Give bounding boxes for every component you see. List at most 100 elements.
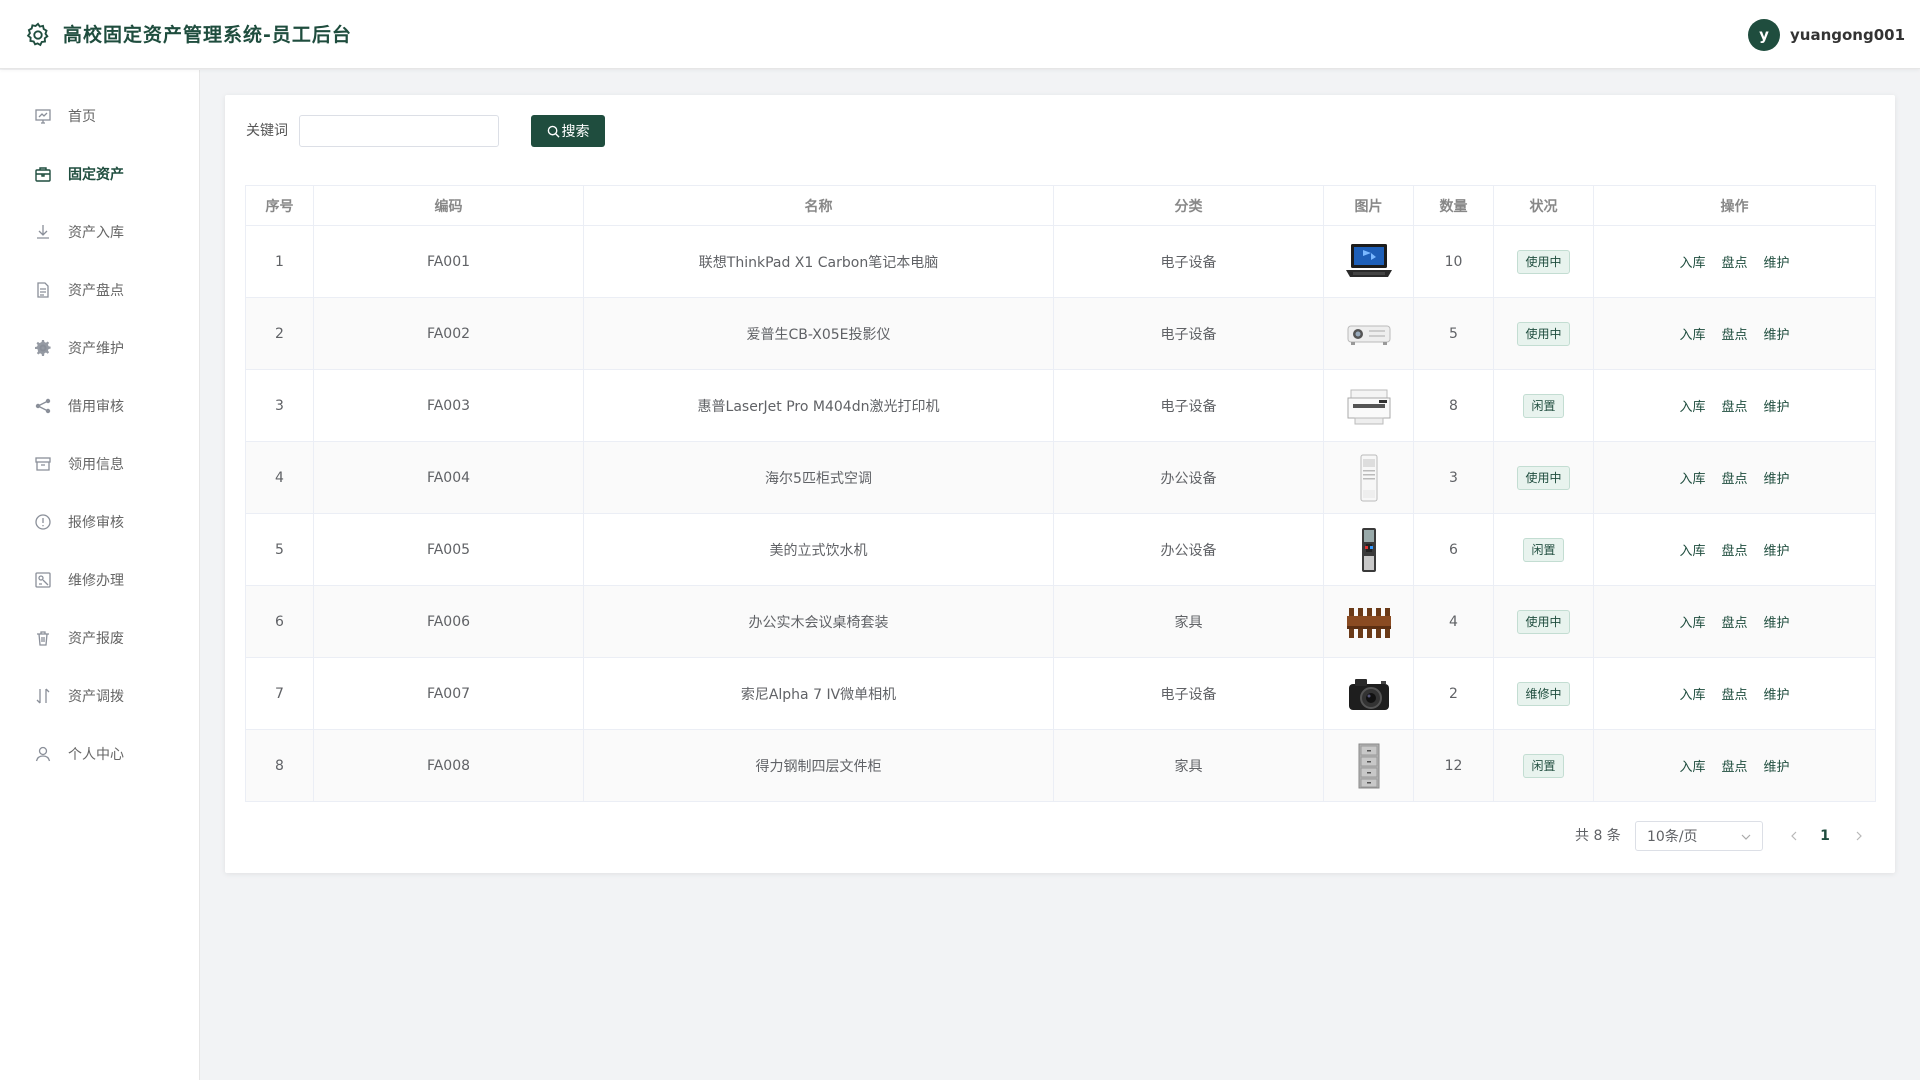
conference-table-thumbnail[interactable] (1343, 596, 1395, 648)
cell-actions: 入库 盘点 维护 (1593, 369, 1876, 442)
status-badge: 闲置 (1523, 393, 1564, 418)
cell-name: 索尼Alpha 7 IV微单相机 (583, 657, 1054, 730)
maintain-action-link[interactable]: 维护 (1764, 612, 1790, 631)
status-badge: 维修中 (1517, 681, 1570, 706)
sidebar-item-asset-scrap[interactable]: 资产报废 (0, 609, 199, 667)
sidebar-item-asset-inbound[interactable]: 资产入库 (0, 203, 199, 261)
camera-thumbnail[interactable] (1343, 668, 1395, 720)
maintain-action-link[interactable]: 维护 (1764, 540, 1790, 559)
cell-index: 8 (245, 729, 314, 802)
cell-image (1323, 369, 1414, 442)
cell-status: 使用中 (1493, 225, 1594, 298)
inbound-action-link[interactable]: 入库 (1679, 468, 1705, 487)
cell-category: 办公设备 (1053, 513, 1324, 586)
inbound-action-link[interactable]: 入库 (1679, 396, 1705, 415)
cell-name: 惠普LaserJet Pro M404dn激光打印机 (583, 369, 1054, 442)
sidebar-item-label: 首页 (68, 109, 96, 125)
maintain-action-link[interactable]: 维护 (1764, 468, 1790, 487)
table-header-row: 序号 编码 名称 分类 图片 数量 状况 操作 (245, 185, 1876, 226)
air-conditioner-thumbnail[interactable] (1343, 452, 1395, 504)
keyword-input[interactable] (299, 115, 499, 147)
inventory-action-link[interactable]: 盘点 (1721, 684, 1747, 703)
cell-name: 爱普生CB-X05E投影仪 (583, 297, 1054, 370)
keyword-label: 关键词 (246, 123, 288, 139)
cell-code: FA006 (313, 585, 584, 658)
sidebar-item-repair-handling[interactable]: 维修办理 (0, 551, 199, 609)
cell-actions: 入库 盘点 维护 (1593, 513, 1876, 586)
column-header-code: 编码 (313, 185, 584, 226)
status-badge: 使用中 (1517, 609, 1570, 634)
sidebar-item-label: 资产调拨 (68, 689, 124, 705)
sidebar-item-home[interactable]: 首页 (0, 87, 199, 145)
cell-image (1323, 585, 1414, 658)
sidebar-item-requisition[interactable]: 领用信息 (0, 435, 199, 493)
cell-status: 使用中 (1493, 441, 1594, 514)
status-badge: 使用中 (1517, 465, 1570, 490)
cell-status: 维修中 (1493, 657, 1594, 730)
cell-code: FA003 (313, 369, 584, 442)
file-cabinet-thumbnail[interactable] (1343, 740, 1395, 792)
inventory-action-link[interactable]: 盘点 (1721, 612, 1747, 631)
projector-thumbnail[interactable] (1343, 308, 1395, 360)
inventory-action-link[interactable]: 盘点 (1721, 324, 1747, 343)
cell-index: 1 (245, 225, 314, 298)
archive-icon (34, 455, 52, 473)
inventory-action-link[interactable]: 盘点 (1721, 396, 1747, 415)
inbound-action-link[interactable]: 入库 (1679, 252, 1705, 271)
sidebar-item-asset-inventory[interactable]: 资产盘点 (0, 261, 199, 319)
user-icon (34, 745, 52, 763)
water-dispenser-thumbnail[interactable] (1343, 524, 1395, 576)
transfer-icon (34, 687, 52, 705)
maintain-action-link[interactable]: 维护 (1764, 252, 1790, 271)
inbound-action-link[interactable]: 入库 (1679, 612, 1705, 631)
inventory-action-link[interactable]: 盘点 (1721, 756, 1747, 775)
search-button[interactable]: 搜索 (531, 115, 605, 147)
cell-code: FA008 (313, 729, 584, 802)
table-row: 1 FA001 联想ThinkPad X1 Carbon笔记本电脑 电子设备 10 使用中… (245, 225, 1876, 298)
status-badge: 闲置 (1523, 753, 1564, 778)
asset-table: 序号 编码 名称 分类 图片 数量 状况 操作 1 FA001 联想ThinkPad… (245, 185, 1876, 802)
maintain-action-link[interactable]: 维护 (1764, 396, 1790, 415)
maintain-action-link[interactable]: 维护 (1764, 756, 1790, 775)
sidebar-item-label: 固定资产 (68, 167, 124, 183)
inbound-action-link[interactable]: 入库 (1679, 756, 1705, 775)
inbound-action-link[interactable]: 入库 (1679, 324, 1705, 343)
sidebar-item-fixed-assets[interactable]: 固定资产 (0, 145, 199, 203)
page-size-select[interactable]: 10条/页 (1635, 821, 1763, 851)
username[interactable]: yuangong001 (1790, 24, 1905, 46)
trash-icon (34, 629, 52, 647)
prev-page-button[interactable] (1787, 828, 1801, 842)
cell-actions: 入库 盘点 维护 (1593, 297, 1876, 370)
maintain-action-link[interactable]: 维护 (1764, 684, 1790, 703)
next-page-button[interactable] (1852, 828, 1866, 842)
page-number-current[interactable]: 1 (1815, 826, 1835, 846)
cell-actions: 入库 盘点 维护 (1593, 585, 1876, 658)
avatar[interactable]: y (1748, 19, 1780, 51)
column-header-image: 图片 (1323, 185, 1414, 226)
inventory-action-link[interactable]: 盘点 (1721, 468, 1747, 487)
column-header-quantity: 数量 (1413, 185, 1494, 226)
status-badge: 使用中 (1517, 321, 1570, 346)
cell-name: 联想ThinkPad X1 Carbon笔记本电脑 (583, 225, 1054, 298)
sidebar-item-label: 维修办理 (68, 573, 124, 589)
maintain-action-link[interactable]: 维护 (1764, 324, 1790, 343)
page-size-value: 10条/页 (1647, 829, 1698, 845)
inventory-action-link[interactable]: 盘点 (1721, 252, 1747, 271)
column-header-index: 序号 (245, 185, 314, 226)
cell-index: 3 (245, 369, 314, 442)
cell-image (1323, 657, 1414, 730)
inbound-action-link[interactable]: 入库 (1679, 540, 1705, 559)
sidebar-item-asset-maintenance[interactable]: 资产维护 (0, 319, 199, 377)
sidebar-item-borrow-review[interactable]: 借用审核 (0, 377, 199, 435)
inventory-action-link[interactable]: 盘点 (1721, 540, 1747, 559)
sidebar-item-profile[interactable]: 个人中心 (0, 725, 199, 783)
laptop-thumbnail[interactable] (1343, 236, 1395, 288)
sidebar-item-asset-transfer[interactable]: 资产调拨 (0, 667, 199, 725)
cell-actions: 入库 盘点 维护 (1593, 729, 1876, 802)
printer-thumbnail[interactable] (1343, 380, 1395, 432)
sidebar-item-repair-review[interactable]: 报修审核 (0, 493, 199, 551)
inbound-action-link[interactable]: 入库 (1679, 684, 1705, 703)
column-header-name: 名称 (583, 185, 1054, 226)
cell-name: 得力钢制四层文件柜 (583, 729, 1054, 802)
cell-code: FA007 (313, 657, 584, 730)
